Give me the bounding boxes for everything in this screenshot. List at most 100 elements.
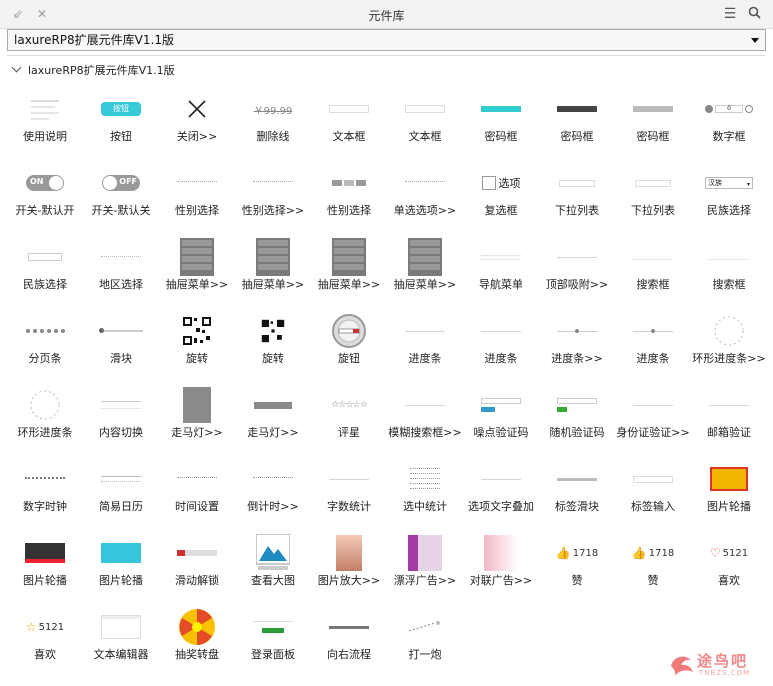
widget-item[interactable]: 下拉列表 — [539, 160, 615, 234]
widget-item[interactable]: 👍 1718 赞 — [539, 530, 615, 604]
widget-item[interactable]: 地区选择 — [83, 234, 159, 308]
widget-item[interactable]: 时间设置 — [159, 456, 235, 530]
search-icon[interactable] — [746, 6, 762, 22]
widget-item[interactable]: 登录面板 — [235, 604, 311, 678]
widget-label: 抽奖转盘 — [175, 648, 219, 661]
widget-item[interactable]: 标签输入 — [615, 456, 691, 530]
widget-item[interactable]: 图片放大>> — [311, 530, 387, 604]
widget-drawer-icon — [167, 238, 227, 276]
widget-item[interactable]: ☆ 5121 喜欢 — [7, 604, 83, 678]
widget-label: 顶部吸附>> — [545, 278, 609, 291]
widget-item[interactable]: 环形进度条 — [7, 382, 83, 456]
widget-item[interactable]: 选项 复选框 — [463, 160, 539, 234]
widget-item[interactable]: 👍 1718 赞 — [615, 530, 691, 604]
widget-item[interactable]: 模糊搜索框>> — [387, 382, 463, 456]
widget-item[interactable]: ON 开关-默认开 — [7, 160, 83, 234]
widget-item[interactable]: 图片轮播 — [691, 456, 767, 530]
chevron-down-icon[interactable] — [11, 62, 22, 73]
widget-item[interactable]: 密码框 — [615, 86, 691, 160]
widget-item[interactable]: 查看大图 — [235, 530, 311, 604]
widget-item[interactable]: 向右流程 — [311, 604, 387, 678]
library-select[interactable]: laxureRP8扩展元件库V1.1版 — [7, 29, 766, 51]
widget-item[interactable]: 滑块 — [83, 308, 159, 382]
widget-item[interactable]: 图片轮播 — [83, 530, 159, 604]
widget-item[interactable]: 下拉列表 — [615, 160, 691, 234]
widget-item[interactable]: 抽屉菜单>> — [159, 234, 235, 308]
widget-drawer-icon — [243, 238, 303, 276]
widget-item[interactable]: 旋转 — [235, 308, 311, 382]
widget-item[interactable]: 汉族 ▾ 民族选择 — [691, 160, 767, 234]
widget-item[interactable]: 进度条 — [615, 308, 691, 382]
widget-item[interactable]: 环形进度条>> — [691, 308, 767, 382]
widget-item[interactable]: 搜索框 — [691, 234, 767, 308]
widget-item[interactable]: 文本框 — [387, 86, 463, 160]
widget-item[interactable]: 旋转 — [159, 308, 235, 382]
chevron-down-icon[interactable] — [751, 38, 759, 43]
widget-knob-icon — [319, 314, 379, 348]
widget-item[interactable]: 进度条>> — [539, 308, 615, 382]
window-title: 元件库 — [368, 9, 405, 23]
widget-item[interactable]: 按钮 按钮 — [83, 86, 159, 160]
widget-item[interactable]: 滑动解锁 — [159, 530, 235, 604]
widget-item[interactable]: 0 数字框 — [691, 86, 767, 160]
widget-tabs-icon — [91, 388, 151, 422]
widget-item[interactable]: 内容切换 — [83, 382, 159, 456]
widget-item[interactable]: 走马灯>> — [235, 382, 311, 456]
widget-label: 赞 — [571, 574, 583, 587]
widget-label: 下拉列表 — [555, 204, 599, 217]
widget-item[interactable]: 抽屉菜单>> — [387, 234, 463, 308]
widget-item[interactable]: 使用说明 — [7, 86, 83, 160]
widget-item[interactable]: 单选选项>> — [387, 160, 463, 234]
widget-item[interactable]: 选项文字叠加 — [463, 456, 539, 530]
widget-item[interactable]: 旋钮 — [311, 308, 387, 382]
widget-item[interactable]: ♡ 5121 喜欢 — [691, 530, 767, 604]
widget-item[interactable]: 噪点验证码 — [463, 382, 539, 456]
widget-gray-bar-icon — [243, 388, 303, 422]
widget-item[interactable]: 抽屉菜单>> — [311, 234, 387, 308]
widget-preview-text: 按钮 — [101, 102, 141, 116]
widget-item[interactable]: ￥99.99 删除线 — [235, 86, 311, 160]
widget-cannon-icon — [395, 610, 455, 644]
widget-item[interactable]: 简易日历 — [83, 456, 159, 530]
widget-label: 漂浮广告>> — [393, 574, 457, 587]
widget-item[interactable]: 打一炮 — [387, 604, 463, 678]
widget-item[interactable]: 走马灯>> — [159, 382, 235, 456]
widget-item[interactable]: 性别选择 — [311, 160, 387, 234]
widget-calendar-icon — [91, 462, 151, 496]
widget-gray-box-icon — [167, 387, 227, 423]
widget-item[interactable]: 随机验证码 — [539, 382, 615, 456]
widget-item[interactable]: 数字时钟 — [7, 456, 83, 530]
widget-password-dark-icon — [547, 92, 607, 126]
widget-item[interactable]: 顶部吸附>> — [539, 234, 615, 308]
widget-item[interactable]: 标签滑块 — [539, 456, 615, 530]
widget-item[interactable]: 搜索框 — [615, 234, 691, 308]
widget-item[interactable]: 关闭>> — [159, 86, 235, 160]
widget-item[interactable]: 倒计时>> — [235, 456, 311, 530]
widget-item[interactable]: 密码框 — [463, 86, 539, 160]
widget-item[interactable]: 民族选择 — [7, 234, 83, 308]
widget-item[interactable]: 进度条 — [463, 308, 539, 382]
widget-item[interactable]: 漂浮广告>> — [387, 530, 463, 604]
widget-item[interactable]: 对联广告>> — [463, 530, 539, 604]
group-header[interactable]: laxureRP8扩展元件库V1.1版 — [11, 62, 175, 78]
menu-icon[interactable]: ☰ — [722, 6, 738, 22]
widget-item[interactable]: 分页条 — [7, 308, 83, 382]
widget-item[interactable]: 导航菜单 — [463, 234, 539, 308]
widget-item[interactable]: 密码框 — [539, 86, 615, 160]
widget-label: 文本编辑器 — [93, 648, 149, 661]
widget-item[interactable]: 性别选择 — [159, 160, 235, 234]
widget-label: 开关-默认开 — [15, 204, 75, 217]
widget-item[interactable]: 抽屉菜单>> — [235, 234, 311, 308]
widget-item[interactable]: 字数统计 — [311, 456, 387, 530]
widget-item[interactable]: 文本编辑器 — [83, 604, 159, 678]
widget-item[interactable]: 身份证验证>> — [615, 382, 691, 456]
widget-item[interactable]: OFF 开关-默认关 — [83, 160, 159, 234]
widget-item[interactable]: 抽奖转盘 — [159, 604, 235, 678]
widget-item[interactable]: 性别选择>> — [235, 160, 311, 234]
widget-item[interactable]: ☆☆☆☆☆ 评星 — [311, 382, 387, 456]
widget-item[interactable]: 选中统计 — [387, 456, 463, 530]
widget-item[interactable]: 文本框 — [311, 86, 387, 160]
widget-item[interactable]: 邮箱验证 — [691, 382, 767, 456]
widget-item[interactable]: 进度条 — [387, 308, 463, 382]
widget-item[interactable]: 图片轮播 — [7, 530, 83, 604]
